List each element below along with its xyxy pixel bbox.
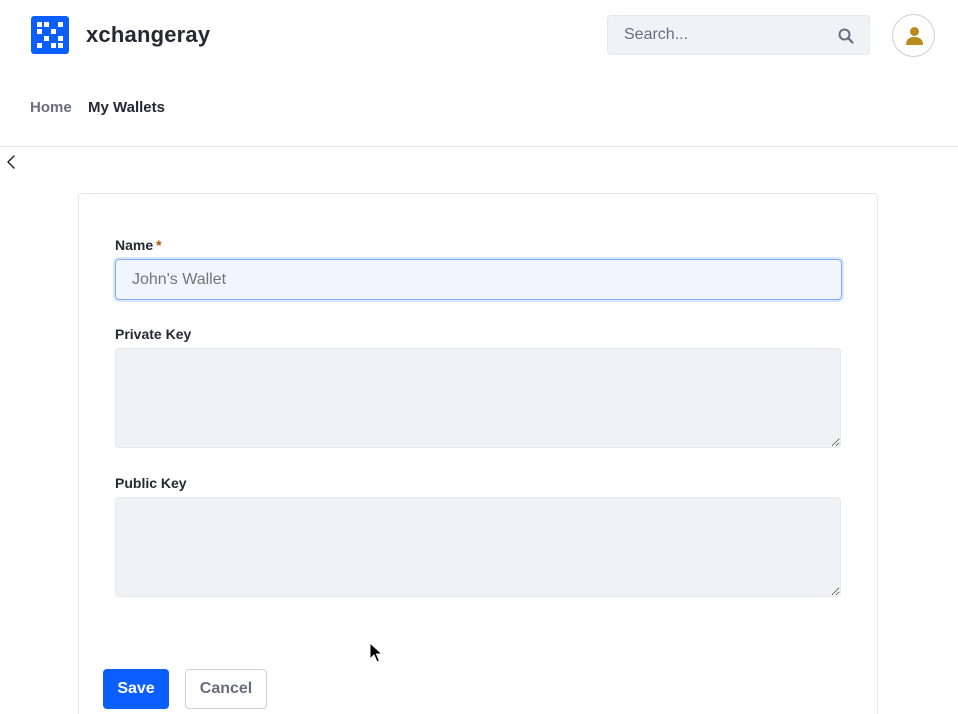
- private-key-label: Private Key: [115, 326, 192, 342]
- user-icon: [906, 27, 923, 45]
- search-input[interactable]: [608, 16, 828, 54]
- logo-icon[interactable]: [31, 16, 69, 54]
- nav-home-link[interactable]: Home: [30, 99, 72, 116]
- site-header: xchangeray Home My Wallets: [0, 0, 958, 147]
- private-key-textarea[interactable]: [115, 348, 841, 448]
- name-label-text: Name: [115, 237, 154, 253]
- search-box: [607, 15, 870, 55]
- back-arrow-icon[interactable]: [4, 154, 18, 170]
- nav-my-wallets-link[interactable]: My Wallets: [88, 99, 165, 116]
- name-label: Name *: [115, 237, 162, 253]
- search-icon[interactable]: [837, 27, 855, 45]
- public-key-label: Public Key: [115, 475, 187, 491]
- public-key-textarea[interactable]: [115, 497, 841, 597]
- required-marker: *: [156, 237, 162, 253]
- site-title[interactable]: xchangeray: [86, 22, 210, 48]
- save-button[interactable]: Save: [103, 669, 169, 709]
- mouse-cursor-icon: [369, 641, 384, 669]
- cancel-button[interactable]: Cancel: [185, 669, 267, 709]
- name-input[interactable]: [115, 259, 842, 300]
- user-avatar-button[interactable]: [892, 14, 935, 57]
